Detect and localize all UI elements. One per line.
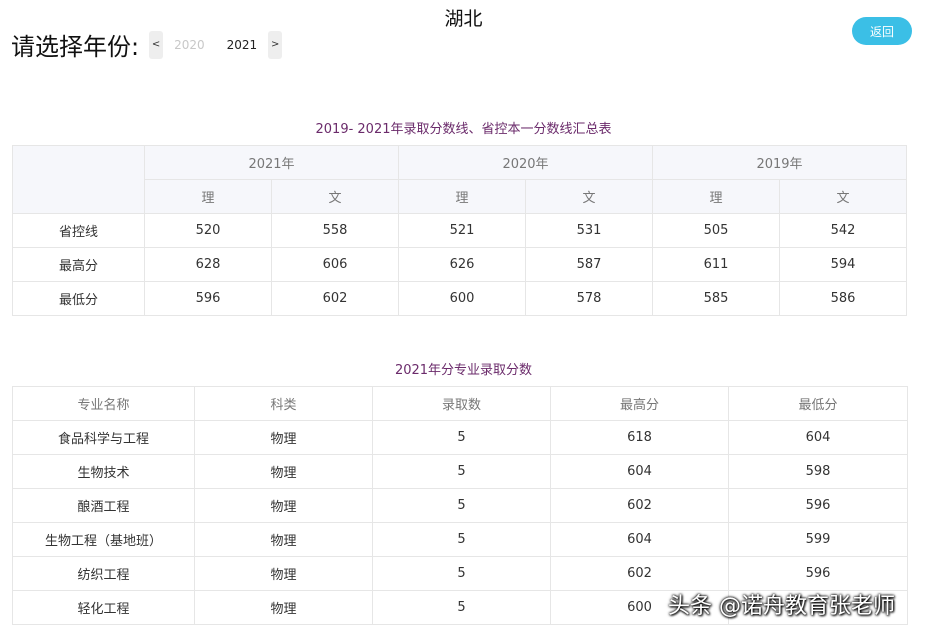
majors-table-title: 2021年分专业录取分数 — [394, 363, 533, 378]
row-label: 最高分 — [12, 247, 145, 282]
table-cell: 602 — [550, 556, 729, 591]
summary-table: 2021年 2020年 2019年 理 文 理 文 理 文 省控线 520 55… — [12, 145, 907, 316]
table-cell: 578 — [525, 281, 653, 316]
major-name: 轻化工程 — [12, 590, 195, 625]
table-cell: 628 — [144, 247, 272, 282]
table-row: 生物技术 物理 5 604 598 — [12, 454, 908, 489]
summary-subject-header: 理 — [652, 179, 780, 214]
table-cell: 611 — [652, 247, 780, 282]
table-cell: 520 — [144, 213, 272, 248]
table-cell: 618 — [550, 420, 729, 455]
table-cell: 物理 — [194, 590, 373, 625]
summary-corner-cell — [12, 145, 145, 214]
table-cell: 5 — [372, 522, 551, 557]
summary-year-header: 2020年 — [398, 145, 653, 180]
column-header: 录取数 — [372, 386, 551, 421]
summary-subject-header: 文 — [271, 179, 399, 214]
summary-year-header: 2021年 — [144, 145, 399, 180]
table-row: 省控线 520 558 521 531 505 542 — [12, 213, 907, 248]
table-cell: 585 — [652, 281, 780, 316]
table-cell: 物理 — [194, 522, 373, 557]
table-cell: 596 — [144, 281, 272, 316]
table-row: 食品科学与工程 物理 5 618 604 — [12, 420, 908, 455]
year-label: 请选择年份: — [11, 33, 140, 61]
row-label: 省控线 — [12, 213, 145, 248]
table-cell: 531 — [525, 213, 653, 248]
summary-year-header-row: 2021年 2020年 2019年 — [12, 145, 907, 214]
column-header: 最高分 — [550, 386, 729, 421]
table-row: 最高分 628 606 626 587 611 594 — [12, 247, 907, 282]
table-cell: 587 — [525, 247, 653, 282]
table-row: 生物工程（基地班） 物理 5 604 599 — [12, 522, 908, 557]
summary-subject-header: 理 — [398, 179, 526, 214]
summary-subject-header-row: 理 文 理 文 理 文 — [13, 179, 907, 214]
table-cell: 505 — [652, 213, 780, 248]
back-button[interactable]: 返回 — [852, 17, 912, 45]
watermark: 头条 @诺舟教育张老师 — [668, 594, 895, 619]
table-cell: 5 — [372, 556, 551, 591]
summary-subject-header: 文 — [525, 179, 653, 214]
table-cell: 596 — [728, 556, 908, 591]
table-cell: 5 — [372, 590, 551, 625]
year-option-2020[interactable]: 2020 — [174, 38, 205, 52]
major-name: 生物技术 — [12, 454, 195, 489]
summary-year-header: 2019年 — [652, 145, 907, 180]
table-cell: 物理 — [194, 420, 373, 455]
summary-table-title: 2019- 2021年录取分数线、省控本一分数线汇总表 — [315, 122, 612, 137]
table-cell: 558 — [271, 213, 399, 248]
major-name: 生物工程（基地班） — [12, 522, 195, 557]
table-cell: 604 — [550, 522, 729, 557]
column-header: 科类 — [194, 386, 373, 421]
table-cell: 602 — [550, 488, 729, 523]
table-cell: 604 — [550, 454, 729, 489]
table-cell: 5 — [372, 454, 551, 489]
column-header: 最低分 — [728, 386, 908, 421]
next-year-button[interactable]: > — [268, 30, 283, 59]
table-cell: 物理 — [194, 556, 373, 591]
major-name: 纺织工程 — [12, 556, 195, 591]
table-cell: 521 — [398, 213, 526, 248]
year-selector: 请选择年份: < 2020 2021 > — [11, 27, 283, 62]
table-cell: 542 — [779, 213, 907, 248]
summary-subject-header: 理 — [144, 179, 272, 214]
table-cell: 物理 — [194, 488, 373, 523]
column-header: 专业名称 — [12, 386, 195, 421]
table-cell: 586 — [779, 281, 907, 316]
prev-year-button[interactable]: < — [149, 30, 164, 59]
table-cell: 602 — [271, 281, 399, 316]
table-row: 纺织工程 物理 5 602 596 — [12, 556, 908, 591]
table-cell: 物理 — [194, 454, 373, 489]
major-name: 食品科学与工程 — [12, 420, 195, 455]
major-name: 酿酒工程 — [12, 488, 195, 523]
table-cell: 5 — [372, 488, 551, 523]
table-row: 酿酒工程 物理 5 602 596 — [12, 488, 908, 523]
majors-header-row: 专业名称 科类 录取数 最高分 最低分 — [12, 386, 908, 421]
table-cell: 599 — [728, 522, 908, 557]
table-cell: 626 — [398, 247, 526, 282]
summary-subject-header: 文 — [779, 179, 907, 214]
table-cell: 598 — [728, 454, 908, 489]
row-label: 最低分 — [12, 281, 145, 316]
table-cell: 600 — [398, 281, 526, 316]
table-cell: 604 — [728, 420, 908, 455]
table-row: 最低分 596 602 600 578 585 586 — [12, 281, 907, 316]
table-cell: 606 — [271, 247, 399, 282]
table-cell: 5 — [372, 420, 551, 455]
table-cell: 596 — [728, 488, 908, 523]
table-cell: 594 — [779, 247, 907, 282]
year-option-2021[interactable]: 2021 — [227, 38, 258, 52]
